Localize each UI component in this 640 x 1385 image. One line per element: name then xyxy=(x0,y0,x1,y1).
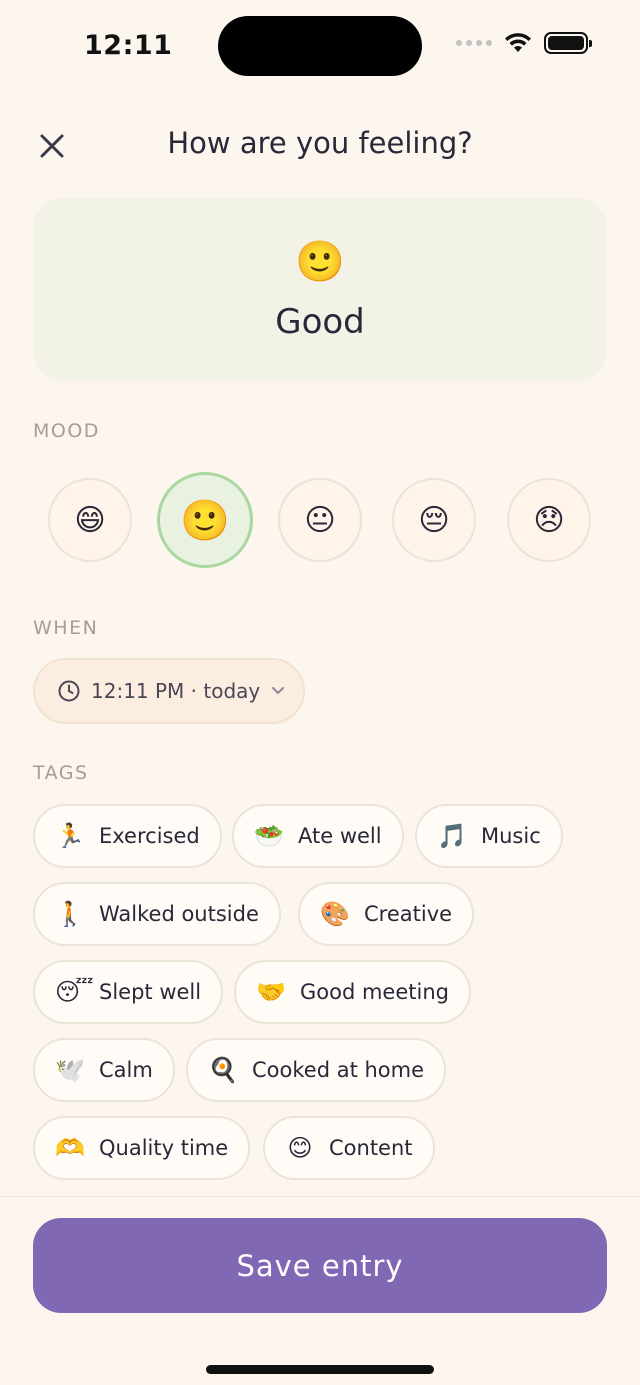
mood-option-sad[interactable]: 😔 xyxy=(392,478,476,562)
mood-selector: 😄 🙂 😐 😔 😞 xyxy=(48,472,592,568)
tag-label: Content xyxy=(329,1136,413,1160)
dynamic-island xyxy=(218,16,422,76)
tag-slept-well[interactable]: 😴 Slept well xyxy=(33,960,224,1024)
tag-label: Cooked at home xyxy=(252,1058,425,1082)
status-bar: 12:11 xyxy=(0,0,640,92)
tag-label: Walked outside xyxy=(99,902,259,926)
mood-option-very-sad[interactable]: 😞 xyxy=(507,478,591,562)
frying-pan-icon: 🍳 xyxy=(208,1056,238,1084)
running-icon: 🏃 xyxy=(55,822,85,850)
wifi-icon xyxy=(505,33,531,52)
salad-icon: 🥗 xyxy=(254,822,284,850)
walking-icon: 🚶 xyxy=(55,900,85,928)
battery-icon xyxy=(544,32,592,54)
handshake-icon: 🤝 xyxy=(256,978,286,1006)
tag-calm[interactable]: 🕊️ Calm xyxy=(33,1038,175,1102)
when-section-label: WHEN xyxy=(33,617,99,639)
tag-exercised[interactable]: 🏃 Exercised xyxy=(33,804,222,868)
tag-walked-outside[interactable]: 🚶 Walked outside xyxy=(33,882,281,946)
tag-label: Quality time xyxy=(99,1136,229,1160)
mood-option-neutral[interactable]: 😐 xyxy=(278,478,362,562)
tag-quality-time[interactable]: 🫶 Quality time xyxy=(33,1116,251,1180)
selected-mood-label: Good xyxy=(275,302,365,342)
mood-option-good[interactable]: 🙂 xyxy=(157,472,253,568)
tag-creative[interactable]: 🎨 Creative xyxy=(298,882,475,946)
tag-label: Slept well xyxy=(99,980,202,1004)
heart-hands-icon: 🫶 xyxy=(55,1134,85,1162)
time-value: 12:11 PM · today xyxy=(91,679,261,703)
tags-section-label: TAGS xyxy=(33,762,89,784)
time-picker-chip[interactable]: 12:11 PM · today xyxy=(33,658,305,724)
sleeping-face-icon: 😴 xyxy=(55,978,94,1006)
palette-icon: 🎨 xyxy=(320,900,350,928)
page-title: How are you feeling? xyxy=(167,126,473,160)
selected-mood-card: 🙂 Good xyxy=(33,198,607,381)
home-indicator xyxy=(206,1365,434,1374)
tag-label: Good meeting xyxy=(300,980,449,1004)
mood-option-very-happy[interactable]: 😄 xyxy=(48,478,132,562)
dove-icon: 🕊️ xyxy=(55,1056,85,1084)
tag-label: Exercised xyxy=(99,824,200,848)
smiling-face-icon: 😊 xyxy=(287,1134,313,1162)
tag-content[interactable]: 😊 Content xyxy=(263,1116,435,1180)
status-time: 12:11 xyxy=(84,30,173,61)
footer: Save entry xyxy=(0,1196,640,1385)
tag-label: Music xyxy=(481,824,541,848)
clock-icon xyxy=(58,680,80,702)
save-entry-button[interactable]: Save entry xyxy=(33,1218,607,1313)
tag-good-meeting[interactable]: 🤝 Good meeting xyxy=(234,960,471,1024)
tag-label: Ate well xyxy=(298,824,382,848)
mood-section-label: MOOD xyxy=(33,420,100,442)
tag-label: Calm xyxy=(99,1058,153,1082)
cellular-signal-icon xyxy=(456,40,492,46)
chevron-down-icon xyxy=(272,687,285,695)
selected-mood-emoji: 🙂 xyxy=(295,239,345,285)
tag-label: Creative xyxy=(364,902,453,926)
tag-cooked-at-home[interactable]: 🍳 Cooked at home xyxy=(186,1038,447,1102)
tag-music[interactable]: 🎵 Music xyxy=(415,804,563,868)
header: How are you feeling? xyxy=(0,116,640,174)
music-note-icon: 🎵 xyxy=(437,822,467,850)
tag-ate-well[interactable]: 🥗 Ate well xyxy=(232,804,404,868)
status-icons xyxy=(456,32,592,54)
